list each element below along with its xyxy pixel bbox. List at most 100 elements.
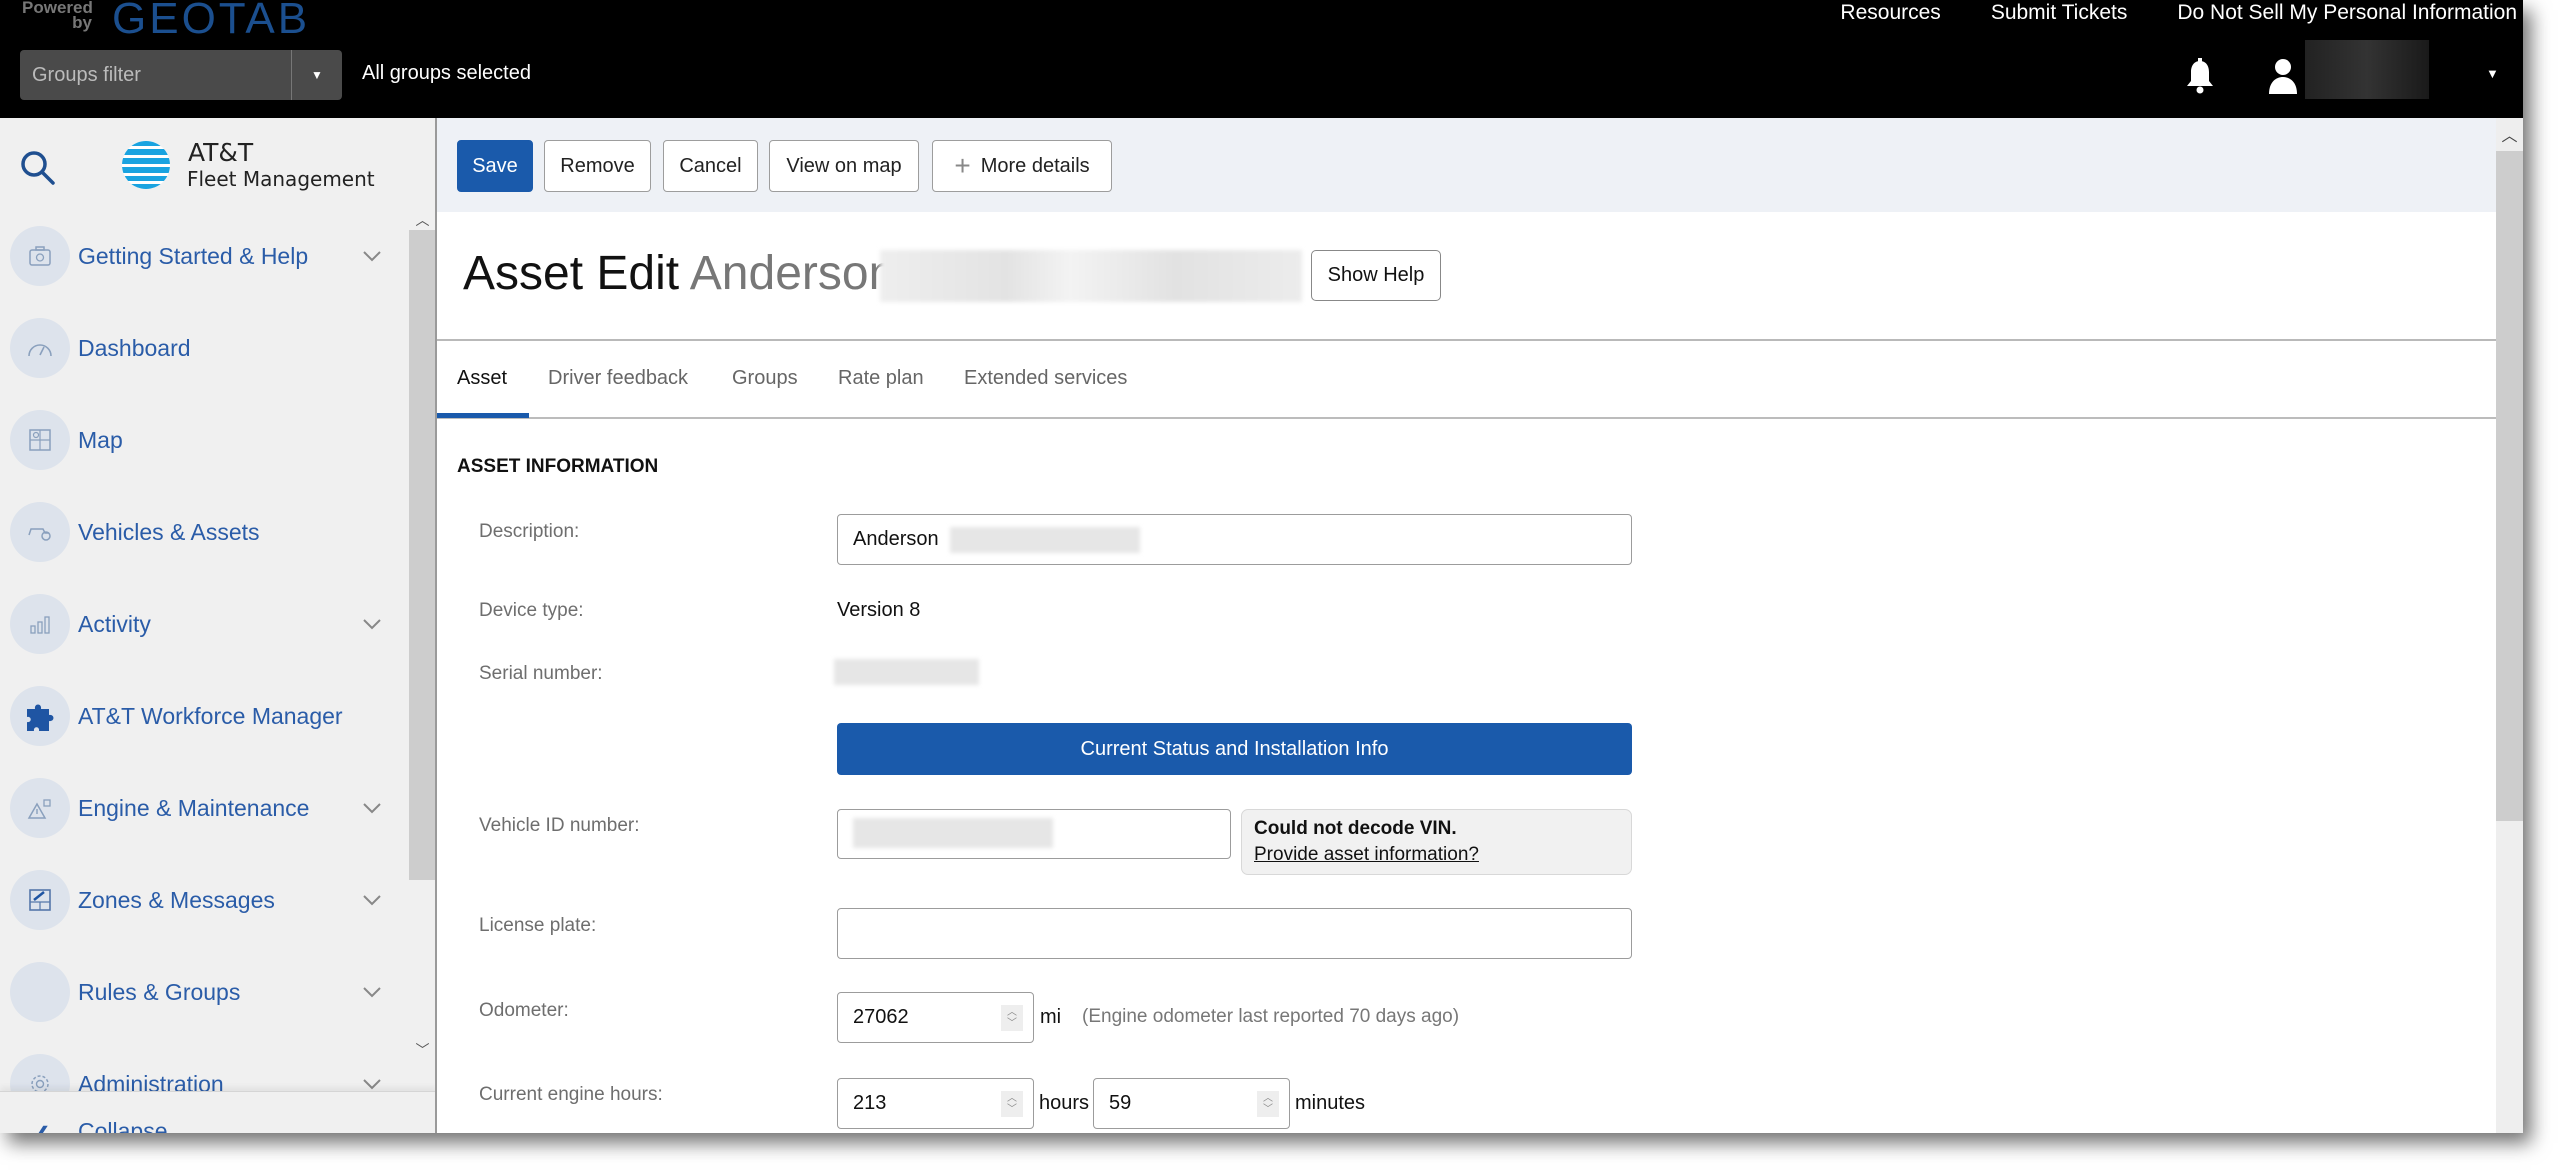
search-icon[interactable]	[18, 148, 58, 188]
tab-groups[interactable]: Groups	[732, 367, 798, 390]
description-value: Anderson	[853, 528, 939, 550]
sidebar-item-label: Map	[78, 426, 123, 453]
brand-line1: AT&T	[188, 138, 254, 167]
geotab-logo: GEOTAB	[112, 0, 311, 43]
odometer-stepper-icon[interactable]: ︿ ﹀	[1001, 1005, 1023, 1031]
main-scroll-thumb[interactable]	[2496, 151, 2523, 821]
chevron-down-icon[interactable]	[362, 617, 382, 631]
user-icon[interactable]	[2268, 58, 2298, 94]
rules-icon	[10, 962, 70, 1022]
chevron-down-icon[interactable]	[362, 801, 382, 815]
user-name-redacted[interactable]	[2305, 40, 2429, 99]
plus-icon: +	[954, 150, 971, 181]
sidebar-item-activity[interactable]: Activity	[0, 578, 408, 670]
top-links: Resources Submit Tickets Do Not Sell My …	[1840, 0, 2517, 28]
submit-tickets-link[interactable]: Submit Tickets	[1991, 0, 2128, 28]
odometer-input[interactable]: 27062 ︿ ﹀	[837, 992, 1034, 1043]
section-title: ASSET INFORMATION	[457, 456, 659, 477]
tab-rate-plan[interactable]: Rate plan	[838, 367, 924, 390]
device-type-label: Device type:	[479, 600, 584, 621]
sidebar-scrollbar[interactable]: ︿ ﹀	[409, 210, 435, 1060]
odometer-unit: mi	[1040, 1006, 1062, 1028]
sidebar-item-label: Dashboard	[78, 334, 191, 361]
remove-button[interactable]: Remove	[544, 140, 651, 192]
license-plate-input[interactable]	[837, 908, 1632, 959]
engine-hours-input[interactable]: 213 ︿ ﹀	[837, 1078, 1034, 1129]
show-help-button[interactable]: Show Help	[1311, 250, 1441, 301]
asset-name: Anderson	[689, 247, 896, 300]
brand-line2: Fleet Management	[187, 167, 375, 191]
powered-by-label: Powered by	[22, 0, 93, 32]
tab-bar: Asset Driver feedback Groups Rate plan E…	[437, 341, 2496, 419]
sidebar-item-rules[interactable]: Rules & Groups	[0, 946, 408, 1038]
groups-filter-input[interactable]: Groups filter	[20, 50, 292, 100]
page-title: Asset Edit Anderson	[463, 246, 895, 301]
sidebar-item-getting-started[interactable]: Getting Started & Help	[0, 210, 408, 302]
engine-minutes-stepper-icon[interactable]: ︿ ﹀	[1257, 1091, 1279, 1117]
chevron-down-icon[interactable]	[362, 249, 382, 263]
sidebar-item-vehicles[interactable]: Vehicles & Assets	[0, 486, 408, 578]
save-button[interactable]: Save	[457, 140, 533, 192]
current-status-button[interactable]: Current Status and Installation Info	[837, 723, 1632, 775]
sidebar-item-engine[interactable]: Engine & Maintenance	[0, 762, 408, 854]
page-title-text: Asset Edit	[463, 247, 680, 300]
scroll-up-icon[interactable]: ︿	[409, 210, 435, 230]
chevron-down-icon[interactable]	[362, 985, 382, 999]
view-on-map-button[interactable]: View on map	[769, 140, 919, 192]
att-globe-logo	[122, 141, 170, 189]
engine-hours-stepper-icon[interactable]: ︿ ﹀	[1001, 1091, 1023, 1117]
tab-asset[interactable]: Asset	[457, 367, 507, 390]
puzzle-icon	[10, 686, 70, 746]
tab-extended-services[interactable]: Extended services	[964, 367, 1127, 390]
map-icon	[10, 410, 70, 470]
do-not-sell-link[interactable]: Do Not Sell My Personal Information	[2177, 0, 2517, 28]
user-menu-caret-icon[interactable]: ▼	[2486, 66, 2499, 81]
provide-asset-info-link[interactable]: Provide asset information?	[1254, 842, 1619, 868]
vin-input[interactable]	[837, 809, 1231, 859]
engine-warning-icon	[10, 778, 70, 838]
license-plate-label: License plate:	[479, 915, 597, 936]
sidebar-item-workforce-manager[interactable]: AT&T Workforce Manager	[0, 670, 408, 762]
sidebar-item-label: Getting Started & Help	[78, 242, 309, 269]
odometer-value: 27062	[853, 1006, 909, 1028]
engine-hours-label: Current engine hours:	[479, 1084, 663, 1105]
engine-minutes-input[interactable]: 59 ︿ ﹀	[1093, 1078, 1290, 1129]
description-input[interactable]: Anderson	[837, 514, 1632, 565]
scroll-down-icon[interactable]: ﹀	[409, 1040, 435, 1060]
sidebar-item-label: Zones & Messages	[78, 886, 275, 913]
sidebar-item-label: Rules & Groups	[78, 978, 241, 1005]
hours-unit: hours	[1039, 1092, 1090, 1114]
minutes-unit: minutes	[1295, 1092, 1366, 1114]
sidebar-item-zones[interactable]: Zones & Messages	[0, 854, 408, 946]
chevron-down-icon[interactable]	[362, 1077, 382, 1091]
tab-driver-feedback[interactable]: Driver feedback	[548, 367, 688, 390]
groups-status: All groups selected	[362, 62, 531, 84]
cancel-button[interactable]: Cancel	[663, 140, 758, 192]
scroll-up-icon[interactable]: ︿	[2496, 122, 2523, 146]
chevron-down-icon[interactable]	[362, 893, 382, 907]
vin-message-box: Could not decode VIN. Provide asset info…	[1241, 809, 1632, 875]
vin-error-text: Could not decode VIN.	[1254, 818, 1457, 839]
app-window: Powered by GEOTAB Resources Submit Ticke…	[0, 0, 2523, 1133]
collapse-icon[interactable]: ❮	[34, 1122, 51, 1133]
sidebar-item-dashboard[interactable]: Dashboard	[0, 302, 408, 394]
sidebar-footer[interactable]: ❮ Collapse	[0, 1091, 435, 1133]
sidebar-item-label: Activity	[78, 610, 151, 637]
redacted-description	[950, 526, 1141, 553]
redacted-vin	[853, 817, 1053, 848]
sidebar-scroll-thumb[interactable]	[409, 230, 435, 880]
groups-filter-dropdown-icon[interactable]: ▼	[292, 50, 342, 100]
zone-edit-icon	[10, 870, 70, 930]
odometer-hint: (Engine odometer last reported 70 days a…	[1082, 1006, 1460, 1027]
sidebar-item-map[interactable]: Map	[0, 394, 408, 486]
more-details-button[interactable]: + More details	[932, 140, 1112, 192]
more-details-label: More details	[980, 154, 1090, 177]
redacted-title-text	[880, 250, 1302, 302]
main-scrollbar[interactable]: ︿	[2496, 118, 2523, 1133]
resources-link[interactable]: Resources	[1840, 0, 1940, 28]
bell-icon[interactable]	[2185, 58, 2215, 94]
collapse-label[interactable]: Collapse	[78, 1118, 168, 1133]
engine-hours-value: 213	[853, 1092, 887, 1114]
groups-filter[interactable]: Groups filter ▼	[20, 50, 342, 100]
toolbar: Save Remove Cancel View on map + More de…	[437, 118, 2496, 212]
